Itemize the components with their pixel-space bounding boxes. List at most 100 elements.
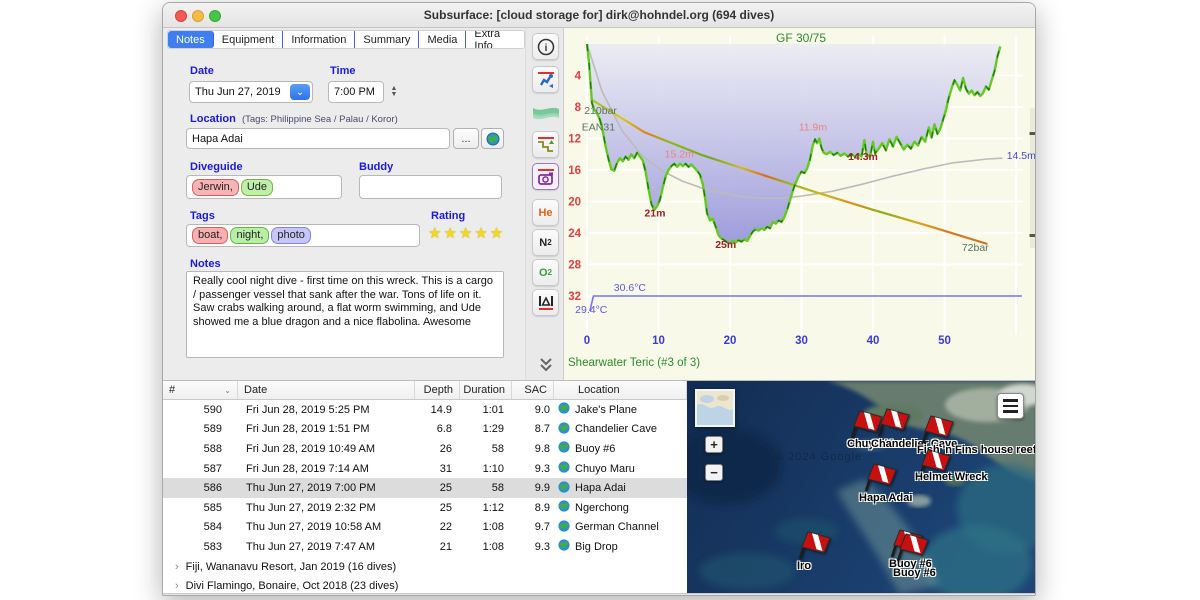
- dive-date: Fri Jun 28, 2019 5:25 PM: [238, 404, 415, 416]
- dive-duration: 1:08: [460, 521, 512, 533]
- horizontal-scrollbar[interactable]: [163, 593, 1036, 596]
- buddy-label: Buddy: [359, 161, 393, 173]
- profile-annotation: 25m: [715, 239, 736, 251]
- tag-chip[interactable]: boat,: [192, 227, 228, 244]
- show-pictures-icon[interactable]: [532, 163, 559, 190]
- tab-information[interactable]: Information: [283, 31, 355, 48]
- trip-group-row[interactable]: ›Divi Flamingo, Bonaire, Oct 2018 (23 di…: [163, 576, 687, 594]
- globe-icon: [558, 520, 570, 535]
- dive-flag-icon[interactable]: [863, 460, 897, 492]
- diveguide-chip[interactable]: Ude: [241, 179, 273, 196]
- notes-label: Notes: [190, 258, 221, 270]
- dive-sites-map[interactable]: + − © 2024 Google Chuyo MaruChandelier C…: [687, 381, 1036, 594]
- globe-icon[interactable]: [481, 128, 504, 149]
- dive-flag-icon[interactable]: [876, 405, 910, 437]
- title-bar[interactable]: Subsurface: [cloud storage for] dirk@hoh…: [163, 3, 1035, 28]
- table-row-dive-585[interactable]: 585Thu Jun 27, 2019 2:32 PM251:128.9Nger…: [163, 498, 687, 518]
- dive-number: 584: [163, 521, 238, 533]
- tab-equipment[interactable]: Equipment: [214, 31, 284, 48]
- info-icon[interactable]: i: [532, 33, 559, 60]
- profile-annotation: 72bar: [962, 242, 989, 254]
- ruler-icon[interactable]: [532, 289, 559, 316]
- he-graph-toggle[interactable]: He: [532, 199, 559, 226]
- column-header-duration[interactable]: Duration: [460, 381, 512, 399]
- diveguide-chip[interactable]: Jerwin,: [192, 179, 239, 196]
- x-tick-label: 30: [795, 335, 808, 347]
- show-events-icon[interactable]: [532, 131, 559, 158]
- table-row-dive-589[interactable]: 589Fri Jun 28, 2019 1:51 PM6.81:298.7Cha…: [163, 420, 687, 440]
- dive-duration: 1:10: [460, 463, 512, 475]
- chevron-down-icon[interactable]: ⌄: [290, 84, 310, 100]
- profile-annotation: 14.3m: [848, 151, 878, 163]
- x-tick-label: 40: [867, 335, 880, 347]
- dive-profile-chart[interactable]: 210barEAN3115.2m21m25m11.9m14.3m72bar14.…: [563, 28, 1036, 380]
- dive-location: Buoy #6: [575, 443, 615, 455]
- time-field[interactable]: 7:00 PM: [328, 81, 384, 103]
- n2-graph-toggle[interactable]: N2: [532, 229, 559, 256]
- table-row-dive-583[interactable]: 583Thu Jun 27, 2019 7:47 AM211:089.3Big …: [163, 537, 687, 557]
- table-row-dive-590[interactable]: 590Fri Jun 28, 2019 5:25 PM14.91:019.0Ja…: [163, 400, 687, 420]
- chevron-right-icon[interactable]: ›: [175, 561, 179, 573]
- chevron-right-icon[interactable]: ›: [175, 580, 179, 592]
- column-header-sac[interactable]: SAC: [512, 381, 554, 399]
- location-more-button[interactable]: ...: [453, 128, 479, 149]
- calculated-ceiling-icon[interactable]: [532, 99, 559, 126]
- notes-textarea[interactable]: Really cool night dive - first time on t…: [186, 271, 504, 358]
- globe-icon: [558, 500, 570, 515]
- tab-notes[interactable]: Notes: [168, 31, 214, 48]
- time-stepper[interactable]: ▲▼: [387, 81, 401, 103]
- location-input[interactable]: Hapa Adai: [186, 128, 450, 149]
- location-value: Hapa Adai: [192, 133, 243, 145]
- y-tick-label: 16: [568, 165, 581, 177]
- buddy-input[interactable]: [359, 175, 502, 199]
- table-row-dive-586[interactable]: 586Thu Jun 27, 2019 7:00 PM25589.9Hapa A…: [163, 478, 687, 498]
- tags-input[interactable]: boat,night,photo: [186, 224, 420, 247]
- y-tick-label: 8: [575, 102, 582, 114]
- dive-flag-icon[interactable]: [895, 530, 929, 562]
- rating-stars[interactable]: ★★★★★: [428, 224, 505, 242]
- dive-location: Chandelier Cave: [575, 423, 657, 435]
- dive-sac: 9.3: [512, 463, 554, 475]
- map-menu-button[interactable]: [997, 393, 1024, 419]
- map-site-label: Hapa Adai: [859, 492, 912, 504]
- trip-group-row[interactable]: › Fiji, Wananavu Resort, Jan 2019 (16 div…: [163, 557, 687, 577]
- tag-chip[interactable]: night,: [230, 227, 269, 244]
- dive-number: 588: [163, 443, 238, 455]
- date-field[interactable]: Thu Jun 27, 2019 ⌄: [189, 81, 313, 103]
- map-zoom-in-button[interactable]: +: [705, 436, 723, 453]
- o2-graph-toggle[interactable]: O2: [532, 259, 559, 286]
- globe-icon: [558, 461, 570, 476]
- chart-scrollbar[interactable]: [1030, 108, 1035, 248]
- y-tick-label: 20: [568, 197, 581, 209]
- dive-list-header[interactable]: #⌄DateDepthDurationSACLocation: [163, 381, 687, 400]
- time-label: Time: [330, 65, 355, 77]
- dive-sac: 9.0: [512, 404, 554, 416]
- time-value: 7:00 PM: [334, 86, 375, 98]
- table-row-dive-588[interactable]: 588Fri Jun 28, 2019 10:49 AM26589.8Buoy …: [163, 439, 687, 459]
- dive-flag-icon[interactable]: [797, 528, 831, 560]
- column-header-num[interactable]: #⌄: [163, 381, 238, 399]
- x-tick-label: 50: [938, 335, 951, 347]
- dive-location: Jake's Plane: [575, 404, 637, 416]
- dive-flag-icon[interactable]: [920, 412, 954, 444]
- map-site-label: Buoy #6: [893, 567, 936, 579]
- map-overview-inset[interactable]: [695, 389, 735, 427]
- dive-sac: 9.3: [512, 541, 554, 553]
- table-row-dive-584[interactable]: 584Thu Jun 27, 2019 10:58 AM221:089.7Ger…: [163, 518, 687, 538]
- map-zoom-out-button[interactable]: −: [705, 464, 723, 481]
- trip-label: Fiji, Wananavu Resort, Jan 2019 (16 dive…: [186, 561, 397, 573]
- dive-duration: 1:12: [460, 502, 512, 514]
- collapse-icon[interactable]: [532, 351, 559, 378]
- tab-media[interactable]: Media: [419, 31, 466, 48]
- tab-extra-info[interactable]: Extra Info: [466, 31, 524, 48]
- column-header-depth[interactable]: Depth: [415, 381, 460, 399]
- table-row-dive-587[interactable]: 587Fri Jun 28, 2019 7:14 AM311:109.3Chuy…: [163, 459, 687, 479]
- tag-chip[interactable]: photo: [271, 227, 311, 244]
- tab-summary[interactable]: Summary: [355, 31, 419, 48]
- dive-number: 589: [163, 423, 238, 435]
- column-header-location[interactable]: Location: [554, 381, 687, 399]
- map-attribution: © 2024 Google: [775, 451, 862, 463]
- dc-ceiling-icon[interactable]: [532, 66, 559, 93]
- diveguide-input[interactable]: Jerwin,Ude: [186, 175, 342, 199]
- column-header-date[interactable]: Date: [238, 381, 415, 399]
